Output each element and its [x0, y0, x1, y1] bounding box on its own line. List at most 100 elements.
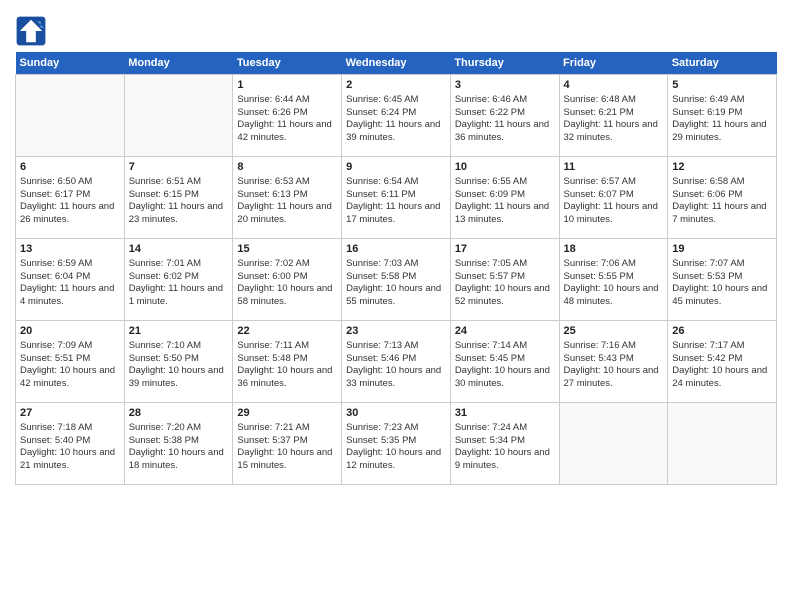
calendar-cell: 13Sunrise: 6:59 AMSunset: 6:04 PMDayligh…	[16, 239, 125, 321]
day-info: Daylight: 11 hours and 10 minutes.	[564, 201, 664, 227]
day-info: Sunset: 6:26 PM	[237, 107, 337, 120]
day-info: Sunset: 5:42 PM	[672, 353, 772, 366]
calendar-cell: 5Sunrise: 6:49 AMSunset: 6:19 PMDaylight…	[668, 75, 777, 157]
calendar-week-4: 20Sunrise: 7:09 AMSunset: 5:51 PMDayligh…	[16, 321, 777, 403]
day-number: 30	[346, 406, 446, 421]
day-number: 31	[455, 406, 555, 421]
day-info: Daylight: 10 hours and 45 minutes.	[672, 283, 772, 309]
day-number: 4	[564, 78, 664, 93]
calendar-cell: 9Sunrise: 6:54 AMSunset: 6:11 PMDaylight…	[342, 157, 451, 239]
day-info: Daylight: 10 hours and 42 minutes.	[20, 365, 120, 391]
calendar-cell: 6Sunrise: 6:50 AMSunset: 6:17 PMDaylight…	[16, 157, 125, 239]
day-info: Sunrise: 6:46 AM	[455, 94, 555, 107]
day-info: Sunrise: 7:23 AM	[346, 422, 446, 435]
day-number: 12	[672, 160, 772, 175]
day-info: Sunset: 6:00 PM	[237, 271, 337, 284]
day-number: 10	[455, 160, 555, 175]
day-info: Sunrise: 7:02 AM	[237, 258, 337, 271]
day-number: 24	[455, 324, 555, 339]
calendar-cell: 25Sunrise: 7:16 AMSunset: 5:43 PMDayligh…	[559, 321, 668, 403]
day-info: Daylight: 11 hours and 42 minutes.	[237, 119, 337, 145]
day-info: Sunrise: 6:58 AM	[672, 176, 772, 189]
day-info: Sunrise: 7:20 AM	[129, 422, 229, 435]
day-info: Sunset: 5:55 PM	[564, 271, 664, 284]
weekday-header-sunday: Sunday	[16, 52, 125, 75]
day-info: Daylight: 11 hours and 39 minutes.	[346, 119, 446, 145]
day-info: Sunrise: 7:24 AM	[455, 422, 555, 435]
calendar-cell: 21Sunrise: 7:10 AMSunset: 5:50 PMDayligh…	[124, 321, 233, 403]
day-number: 17	[455, 242, 555, 257]
day-info: Sunset: 5:53 PM	[672, 271, 772, 284]
day-info: Sunset: 5:43 PM	[564, 353, 664, 366]
day-info: Sunset: 5:34 PM	[455, 435, 555, 448]
day-info: Daylight: 11 hours and 1 minute.	[129, 283, 229, 309]
day-info: Sunrise: 6:49 AM	[672, 94, 772, 107]
calendar-week-5: 27Sunrise: 7:18 AMSunset: 5:40 PMDayligh…	[16, 403, 777, 485]
calendar-cell: 30Sunrise: 7:23 AMSunset: 5:35 PMDayligh…	[342, 403, 451, 485]
weekday-header-thursday: Thursday	[450, 52, 559, 75]
day-info: Sunrise: 7:13 AM	[346, 340, 446, 353]
day-info: Daylight: 10 hours and 39 minutes.	[129, 365, 229, 391]
day-info: Sunset: 6:06 PM	[672, 189, 772, 202]
day-number: 23	[346, 324, 446, 339]
calendar-cell	[16, 75, 125, 157]
day-info: Sunset: 5:58 PM	[346, 271, 446, 284]
calendar-cell: 14Sunrise: 7:01 AMSunset: 6:02 PMDayligh…	[124, 239, 233, 321]
day-info: Daylight: 11 hours and 29 minutes.	[672, 119, 772, 145]
day-info: Sunset: 5:45 PM	[455, 353, 555, 366]
day-info: Sunrise: 6:50 AM	[20, 176, 120, 189]
day-info: Sunrise: 7:17 AM	[672, 340, 772, 353]
calendar-cell: 29Sunrise: 7:21 AMSunset: 5:37 PMDayligh…	[233, 403, 342, 485]
calendar-cell: 18Sunrise: 7:06 AMSunset: 5:55 PMDayligh…	[559, 239, 668, 321]
day-info: Sunrise: 7:06 AM	[564, 258, 664, 271]
day-info: Daylight: 10 hours and 33 minutes.	[346, 365, 446, 391]
day-info: Sunset: 6:07 PM	[564, 189, 664, 202]
calendar-cell: 23Sunrise: 7:13 AMSunset: 5:46 PMDayligh…	[342, 321, 451, 403]
day-number: 11	[564, 160, 664, 175]
day-info: Sunset: 6:17 PM	[20, 189, 120, 202]
day-info: Sunset: 5:48 PM	[237, 353, 337, 366]
day-info: Daylight: 11 hours and 32 minutes.	[564, 119, 664, 145]
calendar-week-1: 1Sunrise: 6:44 AMSunset: 6:26 PMDaylight…	[16, 75, 777, 157]
day-info: Daylight: 10 hours and 36 minutes.	[237, 365, 337, 391]
calendar-cell: 15Sunrise: 7:02 AMSunset: 6:00 PMDayligh…	[233, 239, 342, 321]
day-number: 18	[564, 242, 664, 257]
day-number: 25	[564, 324, 664, 339]
calendar-cell: 12Sunrise: 6:58 AMSunset: 6:06 PMDayligh…	[668, 157, 777, 239]
day-info: Sunrise: 7:21 AM	[237, 422, 337, 435]
day-info: Sunset: 5:46 PM	[346, 353, 446, 366]
day-info: Daylight: 10 hours and 21 minutes.	[20, 447, 120, 473]
day-number: 2	[346, 78, 446, 93]
calendar-cell: 28Sunrise: 7:20 AMSunset: 5:38 PMDayligh…	[124, 403, 233, 485]
calendar-cell	[559, 403, 668, 485]
calendar-cell: 10Sunrise: 6:55 AMSunset: 6:09 PMDayligh…	[450, 157, 559, 239]
day-number: 20	[20, 324, 120, 339]
day-info: Sunrise: 6:51 AM	[129, 176, 229, 189]
day-number: 14	[129, 242, 229, 257]
day-number: 22	[237, 324, 337, 339]
day-number: 3	[455, 78, 555, 93]
day-number: 15	[237, 242, 337, 257]
day-info: Daylight: 11 hours and 4 minutes.	[20, 283, 120, 309]
day-info: Daylight: 10 hours and 9 minutes.	[455, 447, 555, 473]
day-info: Sunset: 5:51 PM	[20, 353, 120, 366]
day-info: Sunset: 5:40 PM	[20, 435, 120, 448]
day-info: Sunset: 6:22 PM	[455, 107, 555, 120]
day-info: Daylight: 10 hours and 12 minutes.	[346, 447, 446, 473]
day-number: 29	[237, 406, 337, 421]
day-info: Sunset: 6:21 PM	[564, 107, 664, 120]
day-number: 19	[672, 242, 772, 257]
header	[15, 10, 777, 47]
calendar-table: SundayMondayTuesdayWednesdayThursdayFrid…	[15, 52, 777, 485]
day-number: 6	[20, 160, 120, 175]
day-info: Sunrise: 6:48 AM	[564, 94, 664, 107]
weekday-header-row: SundayMondayTuesdayWednesdayThursdayFrid…	[16, 52, 777, 75]
day-number: 8	[237, 160, 337, 175]
day-info: Daylight: 10 hours and 30 minutes.	[455, 365, 555, 391]
logo	[15, 15, 51, 47]
day-number: 5	[672, 78, 772, 93]
weekday-header-friday: Friday	[559, 52, 668, 75]
day-info: Sunset: 6:15 PM	[129, 189, 229, 202]
page-container: SundayMondayTuesdayWednesdayThursdayFrid…	[0, 0, 792, 490]
day-info: Sunset: 6:13 PM	[237, 189, 337, 202]
